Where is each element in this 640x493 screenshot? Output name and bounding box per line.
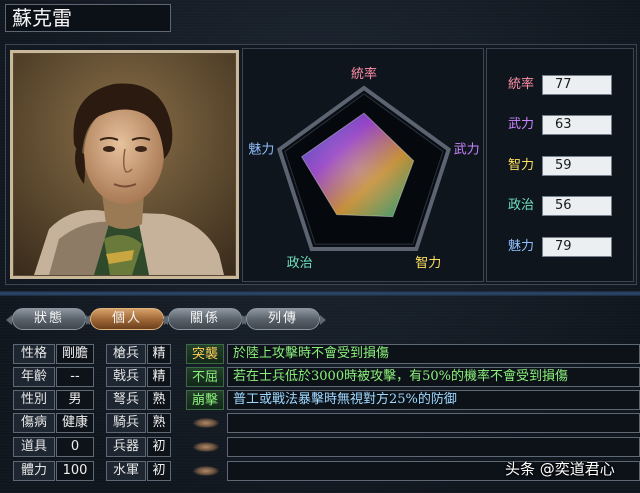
personal-label: 傷病 (13, 413, 55, 433)
stat-label-leadership: 統率 (507, 77, 534, 92)
personal-label: 性格 (13, 344, 55, 364)
stat-radar-panel: 統率武力智力 政治 魅力 (242, 48, 484, 282)
aptitude-label: 戟兵 (106, 367, 146, 387)
aptitude-label: 水軍 (106, 461, 146, 481)
aptitude-grade: 熟 (147, 390, 171, 410)
officer-name: 蘇克雷 (5, 4, 171, 32)
skill-description (227, 437, 640, 457)
aptitude-label: 兵器 (106, 437, 146, 457)
aptitude-grade: 精 (147, 344, 171, 364)
panel-divider (0, 291, 640, 296)
stat-row-charisma: 魅力 79 (504, 236, 628, 258)
personal-value: 0 (56, 437, 94, 457)
aptitude-label: 槍兵 (106, 344, 146, 364)
stat-row-war: 武力 63 (504, 114, 628, 136)
aptitude-grade: 精 (147, 367, 171, 387)
stat-value-politics: 56 (542, 196, 612, 216)
skill-description: 普工或戰法暴擊時無視對方25%的防御 (227, 390, 640, 410)
aptitude-grade: 初 (147, 437, 171, 457)
tab-relations[interactable]: 關係 (162, 308, 248, 330)
skill-name[interactable]: 崩擊 (186, 390, 224, 410)
personal-value: 剛膽 (56, 344, 94, 364)
tab-status[interactable]: 狀態 (6, 308, 92, 330)
stat-label-intelligence: 智力 (507, 158, 534, 173)
aptitude-label: 弩兵 (106, 390, 146, 410)
personal-value: -- (56, 367, 94, 387)
personal-label: 道具 (13, 437, 55, 457)
aptitude-label: 騎兵 (106, 413, 146, 433)
personal-value: 健康 (56, 413, 94, 433)
officer-portrait (13, 53, 236, 276)
personal-label: 體力 (13, 461, 55, 481)
radar-axis-label: 武力 (454, 142, 480, 157)
empty-skill-slot-icon (193, 466, 219, 476)
stats-panel: 統率 77 武力 63 智力 59 政治 56 魅力 79 (486, 48, 634, 282)
skill-name[interactable]: 突襲 (186, 344, 224, 364)
skill-name[interactable]: 不屈 (186, 367, 224, 387)
empty-skill-slot-icon (193, 418, 219, 428)
empty-skill-slot-icon (193, 442, 219, 452)
stat-value-war: 63 (542, 115, 612, 135)
personal-value: 100 (56, 461, 94, 481)
stat-value-intelligence: 59 (542, 156, 612, 176)
watermark: 头条 @奕道君心 (505, 460, 615, 478)
portrait-image (14, 54, 235, 275)
personal-label: 性別 (13, 390, 55, 410)
stat-row-intelligence: 智力 59 (504, 155, 628, 177)
stat-value-charisma: 79 (542, 237, 612, 257)
stat-row-politics: 政治 56 (504, 195, 628, 217)
tab-biography[interactable]: 列傳 (240, 308, 326, 330)
radar-axis-label: 智力 (415, 256, 441, 271)
portrait-frame (10, 50, 239, 279)
stat-radar-chart: 統率武力智力 政治 魅力 (248, 66, 480, 271)
skill-description (227, 413, 640, 433)
personal-label: 年齡 (13, 367, 55, 387)
skill-description: 於陸上攻擊時不會受到損傷 (227, 344, 640, 364)
aptitude-grade: 初 (147, 461, 171, 481)
personal-value: 男 (56, 390, 94, 410)
radar-axis-label: 政治 (287, 256, 313, 271)
radar-axis-label: 魅力 (248, 142, 274, 157)
stat-label-war: 武力 (507, 117, 534, 132)
stat-row-leadership: 統率 77 (504, 74, 628, 96)
radar-axis-label: 統率 (351, 66, 377, 82)
aptitude-grade: 熟 (147, 413, 171, 433)
stat-label-charisma: 魅力 (507, 239, 534, 254)
skill-description: 若在士兵低於3000時被攻擊，有50%的機率不會受到損傷 (227, 367, 640, 387)
stat-value-leadership: 77 (542, 75, 612, 95)
stat-label-politics: 政治 (507, 198, 534, 213)
tab-personal[interactable]: 個人 (84, 308, 170, 330)
